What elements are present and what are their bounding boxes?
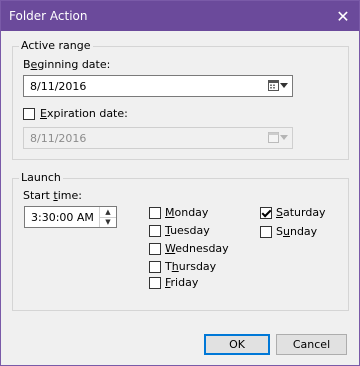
- chevron-down-icon: [280, 134, 288, 140]
- ok-button[interactable]: OK: [204, 334, 270, 355]
- wednesday-label: Wednesday: [165, 242, 229, 255]
- launch-legend: Launch: [19, 171, 63, 184]
- saturday-label: Saturday: [276, 206, 326, 219]
- title-bar: Folder Action ✕: [1, 1, 359, 31]
- spin-down-button[interactable]: ▼: [100, 217, 116, 227]
- active-range-legend: Active range: [19, 39, 93, 52]
- window-title: Folder Action: [9, 9, 88, 23]
- close-button[interactable]: ✕: [327, 1, 359, 31]
- sunday-label: Sunday: [276, 225, 318, 238]
- chevron-down-icon: [280, 82, 288, 88]
- expiration-date-value: 8/11/2016: [30, 132, 87, 145]
- thursday-checkbox[interactable]: [149, 261, 161, 273]
- folder-action-dialog: Folder Action ✕ Active range Beginning d…: [0, 0, 360, 366]
- thursday-label: Thursday: [165, 260, 217, 273]
- beginning-date-label: Beginning date:: [23, 58, 111, 71]
- calendar-icon: [268, 132, 279, 143]
- expiration-date-checkbox[interactable]: [23, 108, 35, 120]
- start-time-label: Start time:: [23, 189, 82, 202]
- ok-button-label: OK: [229, 338, 245, 351]
- expiration-date-picker[interactable]: 8/11/2016: [23, 127, 293, 149]
- wednesday-checkbox[interactable]: [149, 243, 161, 255]
- monday-label: Monday: [165, 206, 209, 219]
- start-time-spinner[interactable]: 3:30:00 AM ▲ ▼: [24, 206, 117, 228]
- monday-checkbox[interactable]: [149, 207, 161, 219]
- launch-group: Launch Start time: 3:30:00 AM ▲ ▼ Monday…: [12, 171, 349, 311]
- expiration-date-dropdown: [268, 131, 288, 143]
- close-icon: ✕: [336, 6, 350, 26]
- beginning-date-value: 8/11/2016: [30, 80, 87, 93]
- tuesday-checkbox[interactable]: [149, 225, 161, 237]
- expiration-date-label: Expiration date:: [40, 107, 128, 120]
- sunday-checkbox[interactable]: [260, 226, 272, 238]
- start-time-value: 3:30:00 AM: [31, 211, 94, 224]
- beginning-date-picker[interactable]: 8/11/2016: [23, 75, 293, 97]
- cancel-button[interactable]: Cancel: [276, 334, 347, 355]
- active-range-group: Active range Beginning date: 8/11/2016 E…: [12, 39, 349, 160]
- beginning-date-dropdown[interactable]: [268, 79, 288, 91]
- calendar-icon: [268, 80, 279, 91]
- cancel-button-label: Cancel: [292, 338, 331, 351]
- friday-label: Friday: [165, 276, 199, 289]
- tuesday-label: Tuesday: [165, 224, 210, 237]
- start-time-spin-buttons: ▲ ▼: [99, 207, 116, 227]
- saturday-checkbox[interactable]: [260, 207, 272, 219]
- friday-checkbox[interactable]: [149, 277, 161, 289]
